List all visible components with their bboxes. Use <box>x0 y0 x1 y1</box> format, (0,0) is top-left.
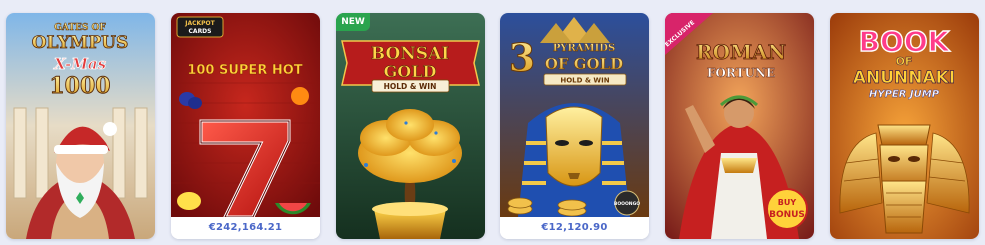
game-thumbnail-gates-of-olympus: GATES OF OLYMPUS X-Mas 1000 <box>6 13 155 239</box>
game-title-line4: HYPER JUMP <box>869 89 940 100</box>
new-badge: NEW <box>336 13 370 31</box>
game-subtitle: HOLD & WIN <box>384 82 437 91</box>
game-thumbnail-book-of-anunnaki: BOOK OF ANUNNAKI HYPER JUMP <box>830 13 979 239</box>
game-thumbnail-3-pyramids-of-gold: 3 PYRAMIDS OF GOLD HOLD & WIN BOOONGO <box>500 13 649 217</box>
game-title-line2: OF <box>896 55 913 68</box>
game-subtitle: HOLD & WIN <box>560 77 609 85</box>
game-card-3-pyramids-of-gold[interactable]: 3 PYRAMIDS OF GOLD HOLD & WIN BOOONGO €1… <box>500 13 649 239</box>
game-title-line2: OLYMPUS <box>32 33 129 53</box>
game-title-line2: OF GOLD <box>545 55 623 73</box>
jackpot-amount: €12,120.90 <box>500 217 649 239</box>
provider-logo: BOOONGO <box>614 201 640 207</box>
provider-logo-line1: JACKPOT <box>184 20 215 27</box>
game-title-line2: GOLD <box>384 62 437 81</box>
game-title-line3: ANUNNAKI <box>853 68 955 88</box>
game-title-number: 3 <box>509 35 535 80</box>
game-title-line1: BONSAI <box>371 44 449 64</box>
jackpot-amount: €242,164.21 <box>171 217 320 239</box>
game-title-line1: PYRAMIDS <box>553 43 615 54</box>
game-title-line1: ROMAN <box>696 40 786 64</box>
game-card-roman-fortune[interactable]: EXCLUSIVE ROMAN FORTUNE BUY BONUS <box>665 13 814 239</box>
game-title-line1: BOOK <box>859 25 951 58</box>
game-title-line4: 1000 <box>49 73 110 99</box>
game-thumbnail-roman-fortune: EXCLUSIVE ROMAN FORTUNE BUY BONUS <box>665 13 814 239</box>
game-title-line1: GATES OF <box>54 23 106 33</box>
game-thumbnail-100-super-hot: JACKPOT CARDS 100 SUPER HOT <box>171 13 320 217</box>
game-card-bonsai-gold[interactable]: BONSAI GOLD HOLD & WIN NEW <box>336 13 485 239</box>
game-title: 100 SUPER HOT <box>187 63 302 78</box>
game-title-line3: X-Mas <box>53 55 107 73</box>
game-title-line2: FORTUNE <box>707 66 775 80</box>
game-card-book-of-anunnaki-hyper-jump[interactable]: BOOK OF ANUNNAKI HYPER JUMP <box>830 13 979 239</box>
game-thumbnail-bonsai-gold: BONSAI GOLD HOLD & WIN <box>336 13 485 239</box>
game-card-gates-of-olympus-xmas-1000[interactable]: GATES OF OLYMPUS X-Mas 1000 <box>6 13 155 239</box>
game-grid: GATES OF OLYMPUS X-Mas 1000 JACKPOT CARD… <box>0 0 985 245</box>
buy-bonus-line2: BONUS <box>769 210 805 220</box>
buy-bonus-line1: BUY <box>778 198 797 207</box>
provider-logo-line2: CARDS <box>189 28 212 35</box>
game-card-100-super-hot[interactable]: JACKPOT CARDS 100 SUPER HOT €242,164.21 <box>171 13 320 239</box>
